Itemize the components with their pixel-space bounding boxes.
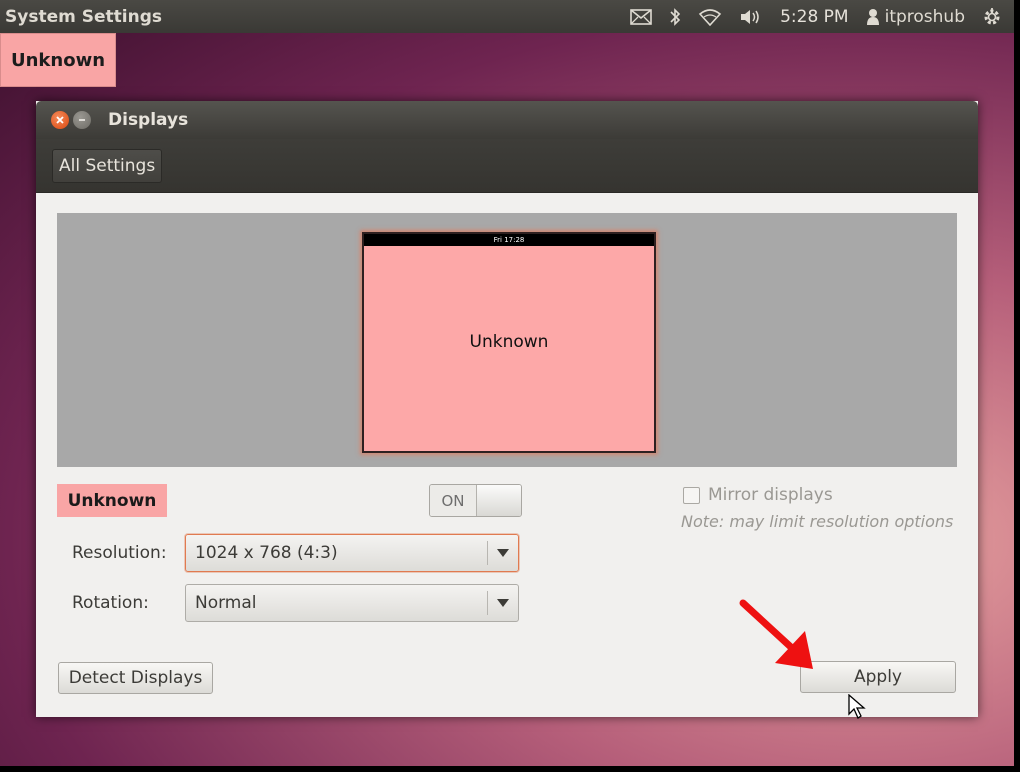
user-icon bbox=[866, 8, 880, 26]
display-name-badge: Unknown bbox=[57, 484, 167, 517]
mail-icon[interactable] bbox=[630, 8, 652, 25]
mirror-displays-label: Mirror displays bbox=[708, 485, 833, 505]
window-title: Displays bbox=[108, 110, 189, 130]
annotation-arrow-icon bbox=[735, 597, 817, 677]
screen-border-right bbox=[1014, 0, 1020, 772]
window-toolbar: All Settings bbox=[36, 139, 978, 193]
mirror-note: Note: may limit resolution options bbox=[681, 512, 954, 531]
resolution-value: 1024 x 768 (4:3) bbox=[195, 543, 338, 563]
screen-border-bottom bbox=[0, 766, 1020, 772]
close-button[interactable] bbox=[51, 111, 69, 129]
displays-window: Displays All Settings Fri 17:28 Unknown … bbox=[36, 101, 978, 717]
switch-on-label: ON bbox=[430, 485, 476, 516]
display-power-switch[interactable]: ON bbox=[429, 484, 522, 517]
monitor-preview[interactable]: Fri 17:28 Unknown bbox=[362, 232, 656, 453]
monitor-preview-area: Fri 17:28 Unknown bbox=[57, 213, 957, 467]
minimize-button[interactable] bbox=[73, 111, 91, 129]
close-icon bbox=[56, 116, 64, 124]
volume-icon[interactable] bbox=[739, 8, 763, 26]
switch-knob[interactable] bbox=[476, 485, 521, 516]
resolution-label: Resolution: bbox=[72, 543, 167, 563]
mirror-displays-checkbox[interactable] bbox=[683, 486, 700, 504]
window-titlebar[interactable]: Displays bbox=[36, 101, 978, 139]
rotation-label: Rotation: bbox=[72, 593, 149, 613]
indicator-area: 5:28 PM itproshub bbox=[630, 7, 1002, 27]
bluetooth-icon[interactable] bbox=[669, 7, 681, 27]
top-panel: System Settings 5:28 PM itproshub bbox=[0, 0, 1014, 33]
clock[interactable]: 5:28 PM bbox=[780, 7, 849, 27]
unknown-display-tile: Unknown bbox=[0, 33, 116, 87]
all-settings-button[interactable]: All Settings bbox=[52, 148, 163, 183]
app-title: System Settings bbox=[5, 6, 162, 27]
rotation-value: Normal bbox=[195, 593, 257, 613]
user-menu[interactable]: itproshub bbox=[866, 7, 965, 27]
resolution-dropdown[interactable]: 1024 x 768 (4:3) bbox=[185, 534, 519, 572]
minimize-icon bbox=[79, 119, 85, 121]
chevron-down-icon bbox=[488, 549, 518, 557]
monitor-clock-bar: Fri 17:28 bbox=[364, 234, 654, 246]
chevron-down-icon bbox=[488, 599, 518, 607]
apply-button[interactable]: Apply bbox=[800, 661, 956, 693]
rotation-dropdown[interactable]: Normal bbox=[185, 584, 519, 622]
wifi-icon[interactable] bbox=[698, 8, 722, 26]
mouse-cursor-icon bbox=[848, 693, 866, 724]
gear-icon[interactable] bbox=[982, 7, 1002, 27]
username: itproshub bbox=[884, 6, 965, 27]
monitor-label: Unknown bbox=[469, 332, 549, 352]
mirror-displays-option[interactable]: Mirror displays bbox=[683, 485, 833, 505]
detect-displays-button[interactable]: Detect Displays bbox=[58, 662, 213, 694]
